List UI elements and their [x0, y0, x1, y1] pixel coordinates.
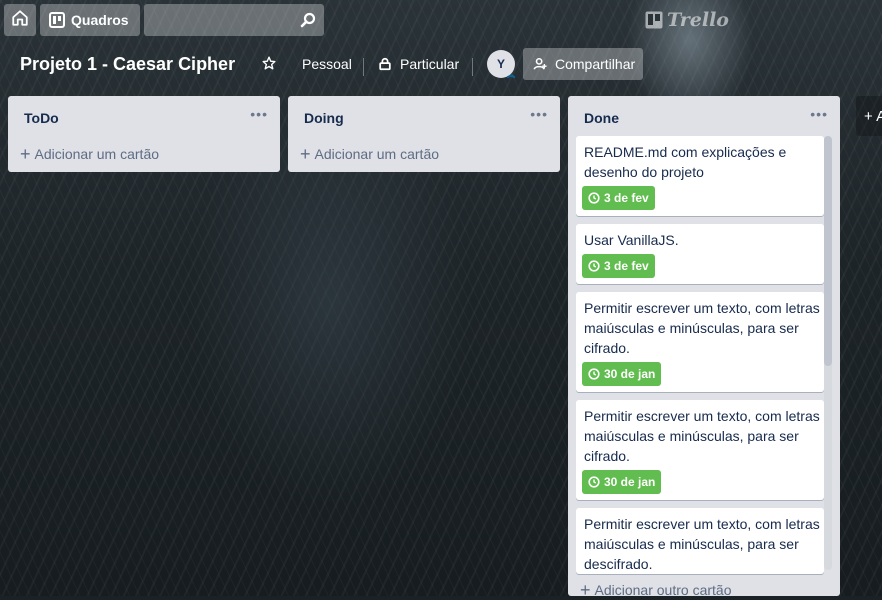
card-title: README.md com explicações e desenho do p… — [584, 144, 787, 180]
card-title: Permitir escrever um texto, com letras m… — [584, 408, 820, 464]
board-header: Projeto 1 - Caesar Cipher Pessoal Partic… — [0, 44, 882, 84]
add-card-label: Adicionar um cartão — [314, 146, 440, 162]
team-button[interactable]: Pessoal — [302, 56, 352, 72]
card[interactable]: Permitir escrever um texto, com letras m… — [576, 400, 824, 500]
boards-button[interactable]: Quadros — [40, 4, 140, 36]
search-icon — [300, 12, 316, 33]
clock-icon — [588, 192, 600, 204]
divider — [363, 58, 364, 76]
admin-chevron-icon: ︽ — [507, 70, 515, 79]
add-member-icon — [533, 57, 547, 71]
add-card-label: Adicionar um cartão — [34, 146, 160, 162]
due-date-badge[interactable]: 30 de jan — [582, 362, 662, 386]
list-done[interactable]: Done ••• README.md com explicações e des… — [568, 96, 840, 600]
card[interactable]: Usar VanillaJS. 3 de fev — [576, 224, 824, 284]
scrollbar-thumb[interactable] — [824, 136, 832, 366]
plus-icon: + — [300, 144, 311, 164]
due-date-label: 30 de jan — [604, 475, 656, 489]
lock-icon — [378, 57, 392, 71]
add-list-button[interactable]: + A — [856, 96, 882, 136]
divider — [472, 58, 473, 76]
list-title[interactable]: Done — [584, 110, 619, 126]
clock-icon — [588, 476, 600, 488]
add-card-button[interactable]: + Adicionar um cartão — [20, 144, 160, 164]
due-date-badge[interactable]: 3 de fev — [582, 254, 655, 278]
search-input[interactable] — [144, 4, 324, 36]
list-menu-icon[interactable]: ••• — [810, 106, 828, 122]
top-header: Quadros Trello — [0, 0, 882, 40]
member-avatar[interactable]: Y ︽ — [487, 50, 515, 79]
due-date-label: 3 de fev — [604, 191, 649, 205]
list-todo[interactable]: ToDo ••• + Adicionar um cartão — [8, 96, 280, 172]
boards-icon — [49, 12, 65, 28]
card[interactable]: Permitir escrever um texto, com letras m… — [576, 292, 824, 392]
board-title[interactable]: Projeto 1 - Caesar Cipher — [20, 54, 235, 75]
clock-icon — [588, 260, 600, 272]
list-doing[interactable]: Doing ••• + Adicionar um cartão — [288, 96, 560, 172]
card[interactable]: Permitir escrever um texto, com letras m… — [576, 508, 824, 574]
plus-icon: + — [580, 580, 591, 600]
list-menu-icon[interactable]: ••• — [530, 106, 548, 122]
trello-logo[interactable]: Trello — [645, 9, 729, 31]
due-date-label: 3 de fev — [604, 259, 649, 273]
add-card-button[interactable]: + Adicionar um cartão — [300, 144, 440, 164]
home-button[interactable] — [4, 4, 36, 36]
logo-text: Trello — [667, 9, 729, 31]
card-title: Permitir escrever um texto, com letras m… — [584, 300, 820, 356]
due-date-badge[interactable]: 3 de fev — [582, 186, 655, 210]
share-button[interactable]: Compartilhar — [523, 48, 643, 80]
plus-icon: + — [20, 144, 31, 164]
home-icon — [11, 9, 29, 32]
avatar-initial: Y — [496, 57, 505, 71]
visibility-button[interactable]: Particular — [378, 56, 459, 72]
star-icon — [262, 56, 276, 73]
card-title: Usar VanillaJS. — [584, 232, 679, 248]
list-title[interactable]: ToDo — [24, 110, 59, 126]
boards-label: Quadros — [71, 12, 129, 28]
clock-icon — [588, 368, 600, 380]
card-title: Permitir escrever um texto, com letras m… — [584, 516, 820, 572]
share-label: Compartilhar — [555, 56, 636, 72]
card[interactable]: README.md com explicações e desenho do p… — [576, 136, 824, 216]
visibility-label: Particular — [400, 56, 460, 72]
list-title[interactable]: Doing — [304, 110, 344, 126]
due-date-label: 30 de jan — [604, 367, 656, 381]
list-menu-icon[interactable]: ••• — [250, 106, 268, 122]
due-date-badge[interactable]: 30 de jan — [582, 470, 662, 494]
list-scrollbar[interactable] — [824, 136, 832, 570]
star-button[interactable] — [262, 56, 276, 73]
